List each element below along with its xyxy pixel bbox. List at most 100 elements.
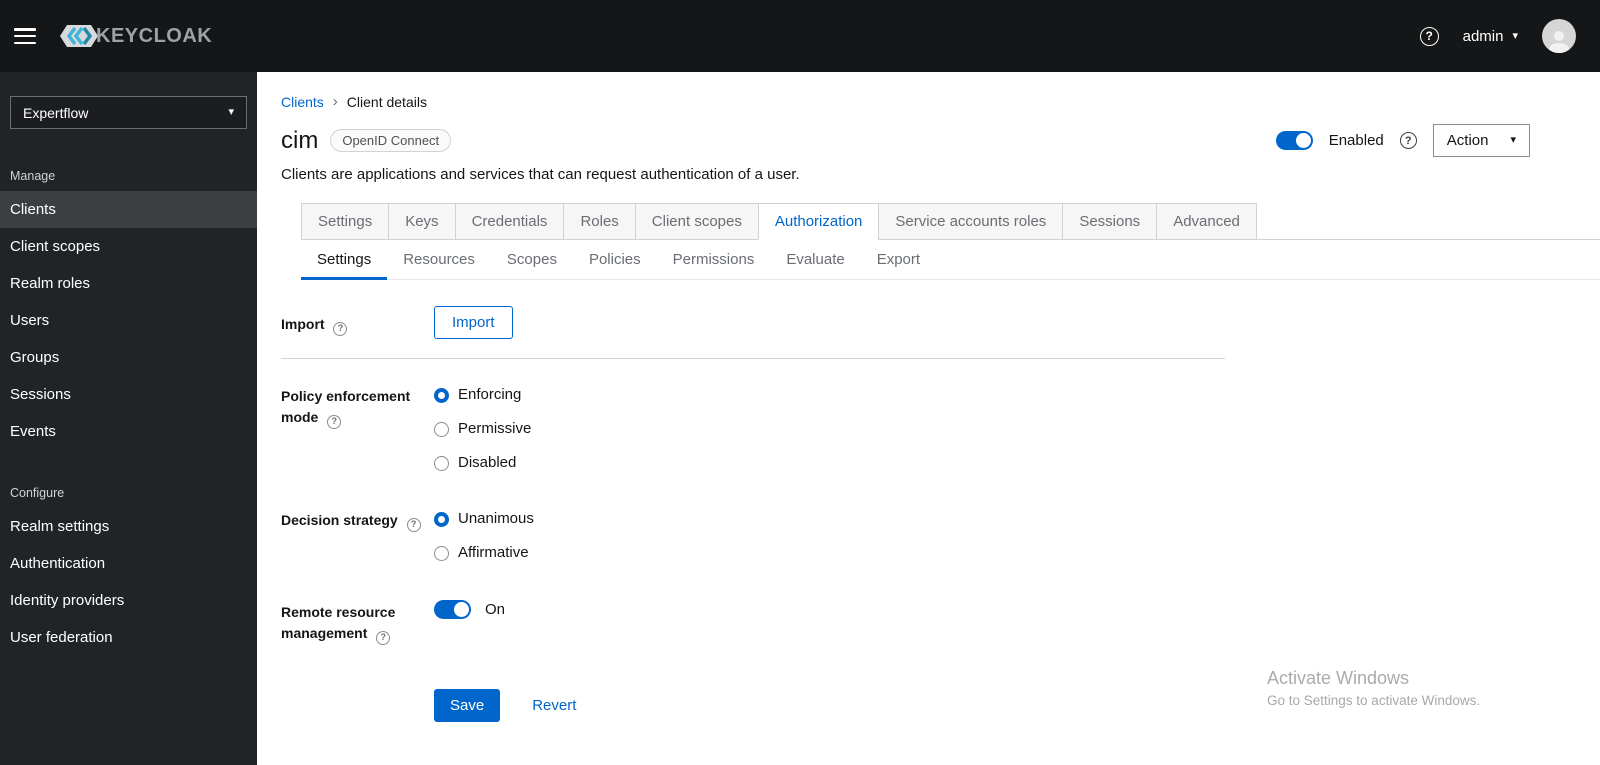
header: KEYCLOAK ? admin ▾	[0, 0, 1600, 72]
username: admin	[1462, 27, 1504, 45]
help-icon[interactable]: ?	[1419, 26, 1439, 46]
decision-strategy-label: Decision strategy ?	[281, 508, 434, 532]
sidebar-nav: Manage Clients Client scopes Realm roles…	[0, 161, 257, 656]
action-dropdown[interactable]: Action ▾	[1432, 124, 1530, 157]
sidebar-item-users[interactable]: Users	[0, 302, 257, 339]
tab-keys[interactable]: Keys	[388, 203, 455, 240]
sidebar-item-clients[interactable]: Clients	[0, 191, 257, 228]
subtab-policies[interactable]: Policies	[573, 243, 657, 280]
tab-advanced[interactable]: Advanced	[1156, 203, 1257, 240]
protocol-badge: OpenID Connect	[330, 129, 452, 152]
radio-icon	[434, 545, 449, 561]
tab-service-accounts-roles[interactable]: Service accounts roles	[878, 203, 1063, 240]
sidebar-item-user-federation[interactable]: User federation	[0, 619, 257, 656]
breadcrumb-clients-link[interactable]: Clients	[281, 94, 324, 110]
policy-enforcement-mode-label: Policy enforcement mode ?	[281, 384, 434, 429]
sidebar-item-events[interactable]: Events	[0, 413, 257, 450]
radio-icon	[434, 455, 449, 471]
avatar[interactable]	[1542, 19, 1576, 53]
sidebar-item-realm-settings[interactable]: Realm settings	[0, 508, 257, 545]
breadcrumb-separator-icon: ›	[332, 93, 338, 110]
subtabs-filler	[936, 243, 1600, 280]
remote-resource-management-row: Remote resource management ? On	[281, 600, 1225, 645]
subtab-evaluate[interactable]: Evaluate	[770, 243, 860, 280]
tabs-filler	[1256, 203, 1600, 240]
authorization-subtabs: Settings Resources Scopes Policies Permi…	[301, 243, 1600, 280]
subtab-scopes[interactable]: Scopes	[491, 243, 573, 280]
remote-resource-management-toggle-wrap: On	[434, 600, 1225, 619]
radio-unanimous[interactable]: Unanimous	[434, 508, 1225, 530]
caret-down-icon: ▾	[1510, 134, 1516, 146]
save-button[interactable]: Save	[434, 688, 501, 722]
nav-toggle-button[interactable]	[14, 28, 36, 44]
radio-checked-icon	[434, 387, 449, 403]
tab-roles[interactable]: Roles	[563, 203, 635, 240]
radio-enforcing[interactable]: Enforcing	[434, 384, 1225, 406]
tab-credentials[interactable]: Credentials	[454, 203, 564, 240]
decision-strategy-options: Unanimous Affirmative	[434, 508, 1225, 564]
tab-settings[interactable]: Settings	[301, 203, 389, 240]
app-root: KEYCLOAK ? admin ▾ Expertflow ▾ Manage C…	[0, 0, 1600, 765]
radio-checked-icon	[434, 511, 449, 527]
radio-affirmative[interactable]: Affirmative	[434, 542, 1225, 564]
form-actions: Save Revert	[434, 688, 1225, 722]
page-title: cim	[281, 126, 319, 154]
help-icon[interactable]: ?	[406, 517, 421, 532]
caret-down-icon: ▾	[228, 106, 234, 118]
remote-resource-management-toggle[interactable]	[434, 600, 471, 619]
keycloak-logo: KEYCLOAK	[58, 23, 212, 49]
help-icon[interactable]: ?	[376, 630, 391, 645]
subtab-permissions[interactable]: Permissions	[657, 243, 771, 280]
import-row: Import ? Import	[281, 306, 1225, 339]
breadcrumb: Clients › Client details	[281, 93, 1600, 110]
sidebar-item-realm-roles[interactable]: Realm roles	[0, 265, 257, 302]
tab-authorization[interactable]: Authorization	[757, 203, 879, 240]
form-divider	[281, 358, 1225, 359]
decision-strategy-row: Decision strategy ? Unanimous Affirmativ…	[281, 508, 1225, 564]
subtab-resources[interactable]: Resources	[387, 243, 491, 280]
sidebar-item-client-scopes[interactable]: Client scopes	[0, 228, 257, 265]
sidebar: Expertflow ▾ Manage Clients Client scope…	[0, 72, 257, 765]
brand-text: KEYCLOAK	[96, 24, 213, 47]
remote-resource-management-label: Remote resource management ?	[281, 600, 434, 645]
policy-enforcement-mode-row: Policy enforcement mode ? Enforcing Perm…	[281, 384, 1225, 474]
nav-section-manage: Manage Clients Client scopes Realm roles…	[0, 161, 257, 450]
nav-section-configure: Configure Realm settings Authentication …	[0, 478, 257, 656]
sidebar-item-authentication[interactable]: Authentication	[0, 545, 257, 582]
breadcrumb-current: Client details	[346, 93, 427, 110]
subtab-export[interactable]: Export	[861, 243, 936, 280]
page-description: Clients are applications and services th…	[281, 166, 800, 183]
radio-permissive[interactable]: Permissive	[434, 418, 1225, 440]
sidebar-item-identity-providers[interactable]: Identity providers	[0, 582, 257, 619]
windows-activation-watermark: Activate Windows Go to Settings to activ…	[1267, 668, 1481, 708]
title-controls: Enabled ? Action ▾	[1275, 124, 1530, 157]
title-row: cim OpenID Connect Enabled ? Action ▾	[281, 124, 1530, 157]
tab-client-scopes[interactable]: Client scopes	[634, 203, 758, 240]
header-right: ? admin ▾	[1419, 19, 1576, 53]
import-button[interactable]: Import	[434, 306, 513, 339]
sidebar-item-groups[interactable]: Groups	[0, 339, 257, 376]
realm-name: Expertflow	[23, 104, 89, 121]
help-icon[interactable]: ?	[333, 321, 348, 336]
help-icon[interactable]: ?	[327, 414, 342, 429]
toggle-state-label: On	[485, 601, 506, 618]
radio-disabled[interactable]: Disabled	[434, 452, 1225, 474]
sidebar-item-sessions[interactable]: Sessions	[0, 376, 257, 413]
user-menu[interactable]: admin ▾	[1463, 28, 1518, 45]
main-tabs: Settings Keys Credentials Roles Client s…	[301, 203, 1600, 240]
action-label: Action	[1446, 132, 1489, 149]
revert-link[interactable]: Revert	[532, 697, 576, 714]
radio-icon	[434, 421, 449, 437]
tab-sessions[interactable]: Sessions	[1062, 203, 1157, 240]
help-icon[interactable]: ?	[1399, 132, 1417, 149]
subtab-settings[interactable]: Settings	[301, 243, 388, 280]
realm-selector[interactable]: Expertflow ▾	[10, 96, 247, 129]
enabled-toggle[interactable]	[1275, 131, 1313, 150]
hamburger-icon	[14, 28, 36, 31]
person-icon	[1548, 31, 1570, 53]
keycloak-logo-icon	[60, 25, 98, 47]
nav-section-label: Configure	[10, 486, 65, 500]
nav-section-label: Manage	[10, 169, 56, 183]
policy-enforcement-mode-options: Enforcing Permissive Disabled	[434, 384, 1225, 474]
caret-down-icon: ▾	[1512, 29, 1518, 42]
